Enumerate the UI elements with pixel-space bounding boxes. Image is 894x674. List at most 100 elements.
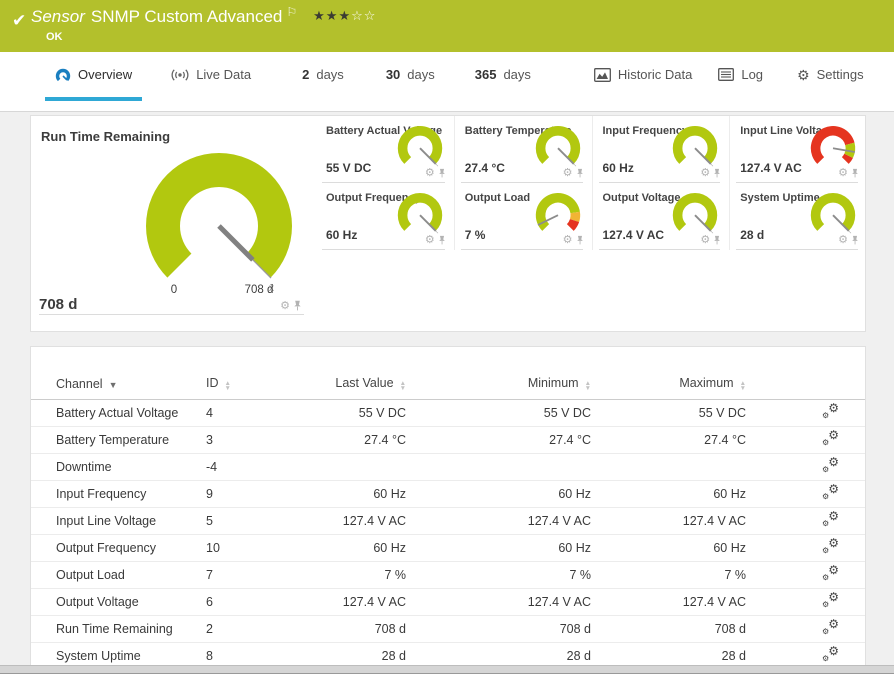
- cell-minimum: 127.4 V AC: [406, 508, 591, 535]
- cell-id: 3: [206, 427, 321, 454]
- channel-settings-icon[interactable]: ⚙ ⚙: [822, 647, 839, 662]
- output-frequency-gauge: [390, 186, 450, 242]
- channel-gear-icon[interactable]: ⚙: [563, 168, 573, 179]
- gauge-current-value: 7 %: [465, 228, 486, 242]
- cell-actions: ⚙ ⚙: [746, 508, 866, 535]
- table-row[interactable]: Output Frequency 10 60 Hz 60 Hz 60 Hz ⚙ …: [31, 535, 866, 562]
- table-row[interactable]: Run Time Remaining 2 708 d 708 d 708 d ⚙…: [31, 616, 866, 643]
- area-chart-icon: [594, 68, 611, 82]
- table-row[interactable]: Input Frequency 9 60 Hz 60 Hz 60 Hz ⚙ ⚙: [31, 481, 866, 508]
- cell-actions: ⚙ ⚙: [746, 589, 866, 616]
- channel-gear-icon[interactable]: ⚙: [563, 235, 573, 246]
- column-header-maximum[interactable]: Maximum▲▼: [591, 374, 746, 400]
- gauge-scale-max: 708 d: [245, 284, 274, 296]
- stars-empty[interactable]: ☆☆: [351, 8, 376, 23]
- table-row[interactable]: Downtime -4 ⚙ ⚙: [31, 454, 866, 481]
- tab-historic-data[interactable]: Historic Data: [584, 52, 702, 101]
- cell-actions: ⚙ ⚙: [746, 427, 866, 454]
- gauge-tile-battery-temperature[interactable]: Battery Temperature 27.4 °C ⚙: [454, 116, 592, 183]
- pin-icon[interactable]: [713, 235, 721, 246]
- tab-2-days[interactable]: 2 days: [292, 52, 354, 101]
- gauge-current-value: 60 Hz: [603, 161, 634, 175]
- gear-icon: ⚙: [828, 537, 839, 549]
- pin-icon[interactable]: [851, 235, 859, 246]
- column-header-minimum[interactable]: Minimum▲▼: [406, 374, 591, 400]
- pin-icon[interactable]: [293, 300, 302, 312]
- cell-channel: Output Voltage: [31, 589, 206, 616]
- gear-icon: ⚙: [828, 591, 839, 603]
- channel-gear-icon[interactable]: ⚙: [838, 235, 848, 246]
- run-time-remaining-gauge: x̄ 0 708 d: [119, 131, 319, 309]
- channel-settings-icon[interactable]: ⚙ ⚙: [822, 485, 839, 500]
- gauge-tile-output-load[interactable]: Output Load 7 % ⚙: [454, 183, 592, 250]
- cell-id: 4: [206, 400, 321, 427]
- channel-settings-icon[interactable]: ⚙ ⚙: [822, 431, 839, 446]
- gauges-overview-panel: Run Time Remaining x̄ 0 708 d 708 d ⚙ Ba…: [30, 115, 866, 332]
- pin-icon[interactable]: [713, 168, 721, 179]
- pin-icon[interactable]: [438, 168, 446, 179]
- gear-icon: ⚙: [828, 510, 839, 522]
- channel-settings-icon[interactable]: ⚙ ⚙: [822, 566, 839, 581]
- column-header-last-value[interactable]: Last Value▲▼: [321, 374, 406, 400]
- gauge-tile-run-time-remaining[interactable]: Run Time Remaining x̄ 0 708 d 708 d ⚙: [31, 116, 316, 333]
- cell-minimum: 7 %: [406, 562, 591, 589]
- tab-log[interactable]: Log: [708, 52, 773, 101]
- cell-maximum: 60 Hz: [591, 481, 746, 508]
- channel-settings-icon[interactable]: ⚙ ⚙: [822, 539, 839, 554]
- column-header-id[interactable]: ID▲▼: [206, 374, 321, 400]
- pin-icon[interactable]: [438, 235, 446, 246]
- table-row[interactable]: Output Voltage 6 127.4 V AC 127.4 V AC 1…: [31, 589, 866, 616]
- tab-overview[interactable]: Overview: [45, 52, 142, 101]
- cell-actions: ⚙ ⚙: [746, 643, 866, 667]
- channel-gear-icon[interactable]: ⚙: [700, 168, 710, 179]
- tile-actions: ⚙: [838, 235, 859, 246]
- gauge-tile-output-frequency[interactable]: Output Frequency 60 Hz ⚙: [316, 183, 454, 250]
- cell-minimum: [406, 454, 591, 481]
- stars-filled[interactable]: ★★★: [313, 8, 351, 23]
- channel-settings-icon[interactable]: ⚙ ⚙: [822, 512, 839, 527]
- pin-icon[interactable]: [851, 168, 859, 179]
- gauge-tile-output-voltage[interactable]: Output Voltage 127.4 V AC ⚙: [592, 183, 730, 250]
- tile-actions: ⚙: [700, 235, 721, 246]
- input-line-voltage-gauge: [803, 119, 863, 175]
- cell-last-value: [321, 454, 406, 481]
- table-row[interactable]: System Uptime 8 28 d 28 d 28 d ⚙ ⚙: [31, 643, 866, 667]
- channel-settings-icon[interactable]: ⚙ ⚙: [822, 458, 839, 473]
- gauge-tile-system-uptime[interactable]: System Uptime 28 d ⚙: [729, 183, 867, 250]
- tab-live-data[interactable]: Live Data: [161, 52, 261, 101]
- gauge-tile-input-frequency[interactable]: Input Frequency 60 Hz ⚙: [592, 116, 730, 183]
- cell-id: 8: [206, 643, 321, 667]
- cell-actions: ⚙ ⚙: [746, 454, 866, 481]
- pin-icon[interactable]: [576, 235, 584, 246]
- channel-gear-icon[interactable]: ⚙: [838, 168, 848, 179]
- cell-minimum: 55 V DC: [406, 400, 591, 427]
- tab-365-days[interactable]: 365 days: [465, 52, 541, 101]
- cell-channel: System Uptime: [31, 643, 206, 667]
- channel-gear-icon[interactable]: ⚙: [425, 168, 435, 179]
- cell-last-value: 55 V DC: [321, 400, 406, 427]
- column-header-channel[interactable]: Channel▼: [31, 374, 206, 400]
- channel-settings-icon[interactable]: ⚙ ⚙: [822, 620, 839, 635]
- tab-30-days[interactable]: 30 days: [376, 52, 445, 101]
- table-row[interactable]: Battery Actual Voltage 4 55 V DC 55 V DC…: [31, 400, 866, 427]
- priority-stars[interactable]: ★★★☆☆: [313, 8, 376, 24]
- priority-flag-icon[interactable]: ⚐: [286, 5, 297, 19]
- table-row[interactable]: Output Load 7 7 % 7 % 7 % ⚙ ⚙: [31, 562, 866, 589]
- gauge-tile-input-line-voltage[interactable]: Input Line Voltage 127.4 V AC ⚙: [729, 116, 867, 183]
- tile-actions: ⚙: [563, 168, 584, 179]
- channel-gear-icon[interactable]: ⚙: [425, 235, 435, 246]
- gauge-tile-battery-actual-voltage[interactable]: Battery Actual Voltage 55 V DC ⚙: [316, 116, 454, 183]
- tab-365-days-number: 365: [475, 67, 497, 82]
- channel-table: Channel▼ ID▲▼ Last Value▲▼ Minimum▲▼ Max…: [31, 374, 866, 666]
- tab-settings[interactable]: ⚙ Settings: [787, 52, 874, 101]
- pin-icon[interactable]: [576, 168, 584, 179]
- table-row[interactable]: Battery Temperature 3 27.4 °C 27.4 °C 27…: [31, 427, 866, 454]
- channel-gear-icon[interactable]: ⚙: [700, 235, 710, 246]
- table-row[interactable]: Input Line Voltage 5 127.4 V AC 127.4 V …: [31, 508, 866, 535]
- horizontal-scrollbar[interactable]: [0, 665, 894, 674]
- tab-2-days-number: 2: [302, 67, 309, 82]
- channel-settings-icon[interactable]: ⚙ ⚙: [822, 404, 839, 419]
- channel-gear-icon[interactable]: ⚙: [280, 301, 290, 312]
- channel-settings-icon[interactable]: ⚙ ⚙: [822, 593, 839, 608]
- cell-channel: Input Frequency: [31, 481, 206, 508]
